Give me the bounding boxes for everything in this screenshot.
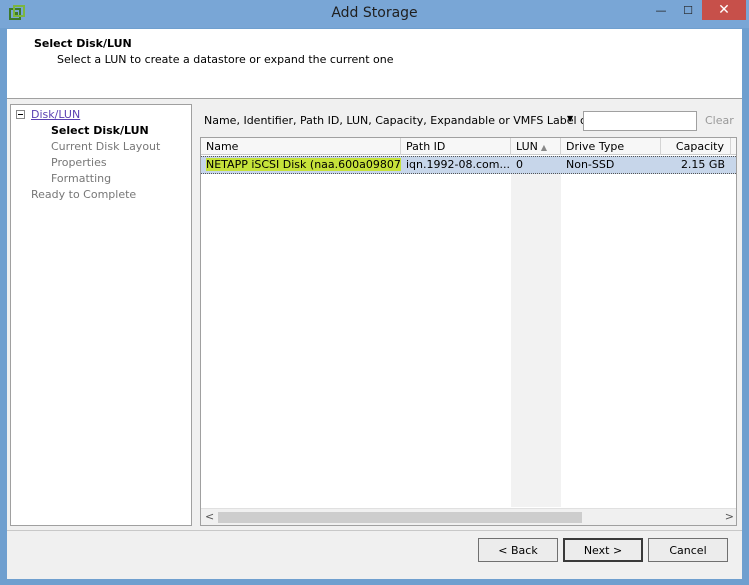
filter-field-label: Name, Identifier, Path ID, LUN, Capacity… bbox=[204, 114, 597, 127]
lun-table: Name Path ID LUN ▲ Drive Type Capacity NE… bbox=[200, 137, 737, 526]
window-title: Add Storage bbox=[331, 5, 418, 21]
maximize-button[interactable]: ☐ bbox=[675, 0, 701, 20]
column-header-lun[interactable]: LUN ▲ bbox=[511, 138, 561, 155]
next-button[interactable]: Next > bbox=[563, 538, 643, 562]
cell-name: NETAPP iSCSI Disk (naa.600a09807... bbox=[201, 157, 401, 173]
nav-step-formatting: Formatting bbox=[51, 172, 112, 185]
page-subtitle: Select a LUN to create a datastore or ex… bbox=[57, 53, 394, 66]
back-button[interactable]: < Back bbox=[478, 538, 558, 562]
table-header: Name Path ID LUN ▲ Drive Type Capacity bbox=[201, 138, 736, 155]
close-icon: ✕ bbox=[718, 2, 730, 18]
close-button[interactable]: ✕ bbox=[702, 0, 746, 20]
cell-lun: 0 bbox=[516, 158, 523, 171]
nav-step-properties: Properties bbox=[51, 156, 107, 169]
footer-divider bbox=[7, 530, 742, 531]
scroll-left-icon[interactable]: < bbox=[205, 510, 214, 523]
dialog-client-area: Select Disk/LUN Select a LUN to create a… bbox=[7, 29, 742, 579]
table-row[interactable]: NETAPP iSCSI Disk (naa.600a09807... iqn.… bbox=[201, 156, 736, 174]
lun-column-shading bbox=[511, 156, 561, 507]
cell-path-id: iqn.1992-08.com.... bbox=[406, 158, 511, 171]
column-header-capacity[interactable]: Capacity bbox=[661, 138, 731, 155]
column-header-name[interactable]: Name bbox=[201, 138, 401, 155]
lun-selection-pane: Name, Identifier, Path ID, LUN, Capacity… bbox=[197, 104, 742, 526]
filter-search-input[interactable] bbox=[583, 111, 697, 131]
maximize-icon: ☐ bbox=[683, 3, 693, 17]
collapse-toggle-icon[interactable] bbox=[16, 110, 25, 119]
minimize-icon: — bbox=[655, 3, 667, 17]
add-storage-window: Add Storage — ☐ ✕ Select Disk/LUN Select… bbox=[0, 0, 749, 585]
wizard-header: Select Disk/LUN Select a LUN to create a… bbox=[7, 29, 742, 99]
nav-group-disk-lun[interactable]: Disk/LUN bbox=[31, 108, 80, 121]
sort-ascending-icon: ▲ bbox=[540, 143, 548, 152]
title-bar[interactable]: Add Storage — ☐ ✕ bbox=[0, 0, 749, 28]
name-highlight: NETAPP iSCSI Disk (naa.600a09807... bbox=[206, 158, 401, 171]
nav-step-select-disk-lun: Select Disk/LUN bbox=[51, 124, 149, 137]
column-header-path-id[interactable]: Path ID bbox=[401, 138, 511, 155]
column-header-drive-type[interactable]: Drive Type bbox=[561, 138, 661, 155]
minimize-button[interactable]: — bbox=[648, 0, 674, 20]
horizontal-scrollbar[interactable]: < > bbox=[201, 508, 736, 525]
nav-step-current-disk-layout: Current Disk Layout bbox=[51, 140, 161, 153]
scrollbar-thumb[interactable] bbox=[218, 512, 582, 523]
cell-capacity: 2.15 GB bbox=[680, 158, 725, 171]
nav-step-ready-to-complete: Ready to Complete bbox=[31, 188, 137, 201]
clear-filter-link[interactable]: Clear bbox=[705, 114, 734, 127]
page-title: Select Disk/LUN bbox=[34, 37, 132, 50]
scroll-right-icon[interactable]: > bbox=[725, 510, 734, 523]
cancel-button[interactable]: Cancel bbox=[648, 538, 728, 562]
filter-dropdown-icon[interactable]: ▼ bbox=[567, 114, 573, 123]
cell-drive-type: Non-SSD bbox=[566, 158, 615, 171]
wizard-steps-nav: Disk/LUN Select Disk/LUN Current Disk La… bbox=[10, 104, 192, 526]
